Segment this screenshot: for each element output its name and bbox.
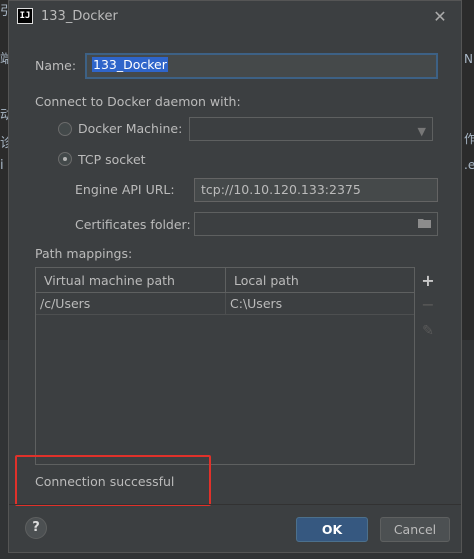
pencil-icon[interactable]: ✎: [418, 321, 438, 341]
name-value: 133_Docker: [92, 57, 168, 72]
docker-machine-label: Docker Machine:: [78, 121, 183, 136]
name-field[interactable]: 133_Docker: [85, 53, 438, 79]
cancel-button[interactable]: Cancel: [380, 517, 450, 542]
table-row[interactable]: /c/Users C:\Users: [36, 293, 414, 315]
engine-url-field[interactable]: tcp://10.10.120.133:2375: [194, 178, 438, 202]
local-path-cell[interactable]: C:\Users: [226, 293, 414, 314]
certificates-folder-label: Certificates folder:: [75, 217, 191, 232]
minus-icon[interactable]: −: [418, 295, 438, 315]
title-bar: IJ 133_Docker ✕: [9, 1, 461, 33]
footer-divider: [9, 504, 461, 505]
tcp-socket-label: TCP socket: [78, 152, 146, 167]
path-mappings-table: Virtual machine path Local path /c/Users…: [35, 267, 415, 465]
docker-machine-select[interactable]: ▼: [189, 117, 433, 141]
plus-icon[interactable]: +: [418, 271, 438, 291]
chevron-down-icon: ▼: [417, 125, 426, 138]
background-text: N: [464, 52, 473, 66]
folder-icon[interactable]: [418, 218, 431, 228]
dialog-title: 133_Docker: [41, 9, 118, 24]
docker-settings-dialog: IJ 133_Docker ✕ Name: 133_Docker Connect…: [8, 0, 462, 553]
docker-machine-radio[interactable]: [58, 122, 72, 136]
column-header-vm-path[interactable]: Virtual machine path: [36, 268, 226, 293]
tcp-socket-radio[interactable]: [58, 152, 72, 166]
connection-status: Connection successful: [35, 474, 175, 489]
close-icon[interactable]: ✕: [429, 6, 451, 28]
ok-button[interactable]: OK: [296, 517, 368, 542]
background-text: .e: [464, 158, 474, 172]
path-mappings-label: Path mappings:: [35, 246, 133, 261]
name-label: Name:: [35, 58, 77, 73]
background-text: 作: [464, 132, 474, 146]
engine-url-label: Engine API URL:: [75, 182, 175, 197]
column-header-local-path[interactable]: Local path: [226, 268, 414, 293]
help-button[interactable]: ?: [25, 517, 47, 539]
connect-label: Connect to Docker daemon with:: [35, 94, 241, 109]
certificates-folder-field[interactable]: [194, 212, 438, 236]
background-text: i: [0, 158, 4, 173]
intellij-icon: IJ: [17, 8, 33, 24]
vm-path-cell[interactable]: /c/Users: [36, 293, 226, 314]
